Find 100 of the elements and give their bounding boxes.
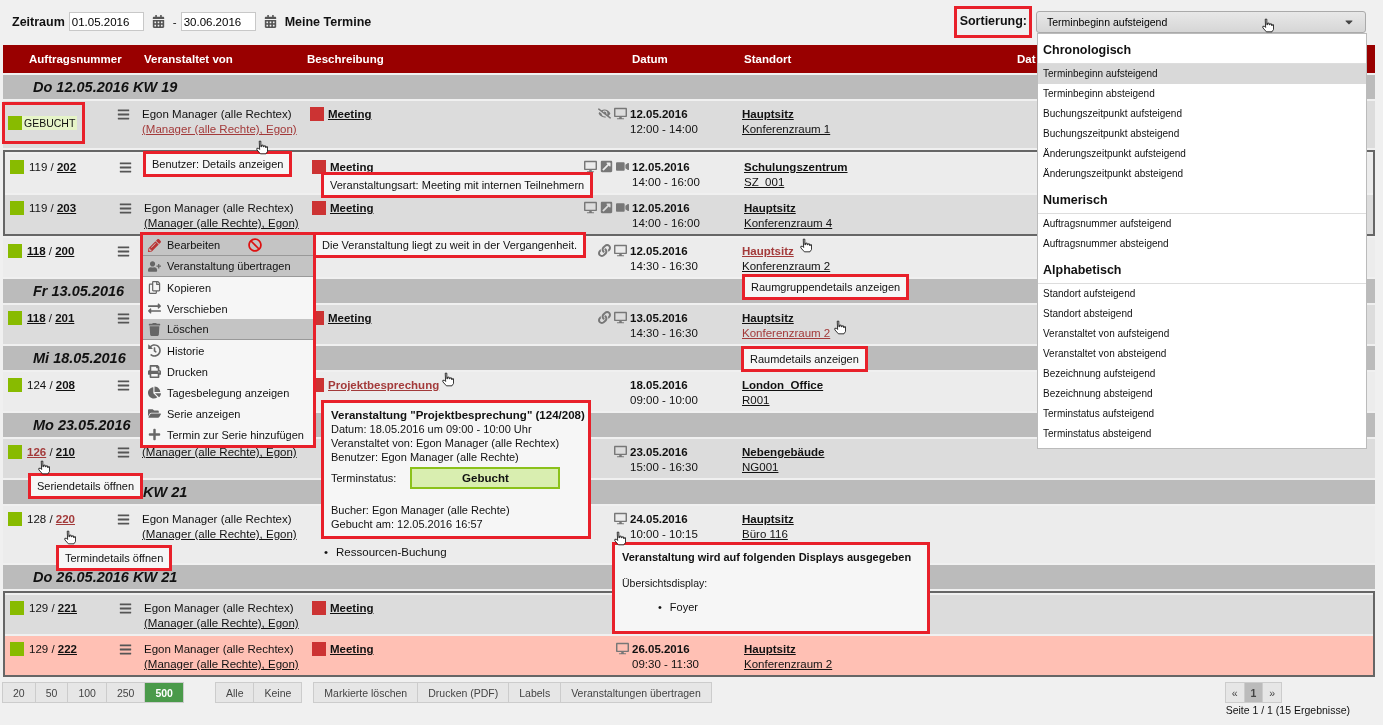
end-date-field[interactable]: 30.06.2016 [180,12,256,31]
calendar-icon[interactable] [151,15,165,28]
site-link[interactable]: Hauptsitz [744,642,796,656]
menu-icon[interactable] [119,202,132,215]
order-link[interactable]: 118 [27,312,46,324]
menu-icon[interactable] [117,245,130,258]
site-link[interactable]: Hauptsitz [744,201,796,215]
next-page-button[interactable]: » [1262,682,1283,703]
organizer-link[interactable]: (Manager (alle Rechte), Egon) [144,657,299,671]
selection-button[interactable]: Alle [214,682,255,703]
site-link[interactable]: Hauptsitz [742,107,794,121]
menu-icon[interactable] [117,312,130,325]
order-link[interactable]: 126 [27,446,47,458]
site-link[interactable]: London_Office [742,378,824,392]
organizer-link[interactable]: (Manager (alle Rechte), Egon) [142,445,297,459]
link-icon[interactable] [598,311,611,324]
event-link[interactable]: Meeting [330,642,374,656]
event-link[interactable]: Meeting [328,311,372,325]
menu-item[interactable]: Bearbeiten [143,235,313,256]
calendar-icon[interactable] [263,15,277,28]
link-icon[interactable] [598,244,611,257]
event-link[interactable]: Meeting [330,601,374,615]
share-icon[interactable] [600,201,613,214]
room-link[interactable]: Konferenzraum 1 [742,122,831,136]
menu-icon[interactable] [119,643,132,656]
previous-page-button[interactable]: « [1224,682,1245,703]
share-icon[interactable] [600,160,613,173]
room-link[interactable]: R001 [742,393,770,407]
menu-icon[interactable] [117,379,130,392]
menu-icon[interactable] [117,108,130,121]
event-link[interactable]: Projektbesprechung [328,378,440,392]
organizer-link[interactable]: (Manager (alle Rechte), Egon) [142,122,297,136]
video-camera-icon[interactable] [616,160,629,173]
action-button[interactable]: Drucken (PDF) [417,682,510,703]
room-link[interactable]: Konferenzraum 2 [742,259,831,273]
action-button[interactable]: Labels [508,682,562,703]
eye-slash-icon[interactable] [598,107,611,120]
page-size-button[interactable]: 250 [105,682,146,703]
column-header[interactable]: Beschreibung [305,53,384,65]
room-link[interactable]: Konferenzraum 2 [744,657,833,671]
column-header[interactable]: Veranstaltet von [142,53,233,65]
menu-item[interactable]: Kopieren [143,277,313,298]
action-button[interactable]: Veranstaltungen übertragen [560,682,712,703]
monitor-icon[interactable] [614,244,627,257]
room-link[interactable]: Konferenzraum 2 [742,326,831,340]
site-link[interactable]: Nebengebäude [742,445,825,459]
slash-separator: / [48,379,54,391]
action-button[interactable]: Markierte löschen [313,682,419,703]
monitor-icon[interactable] [584,160,597,173]
page-size-button[interactable]: 20 [2,682,36,703]
menu-icon[interactable] [119,161,132,174]
room-link[interactable]: Konferenzraum 4 [744,216,833,230]
booking-link[interactable]: 203 [56,202,77,214]
site-link[interactable]: Hauptsitz [742,244,794,258]
room-link[interactable]: Büro 116 [742,527,788,541]
room-link[interactable]: NG001 [742,460,779,474]
sort-option[interactable]: Terminbeginn aufsteigend [1038,64,1366,84]
column-header[interactable]: Dat [1015,53,1036,65]
organizer-link[interactable]: (Manager (alle Rechte), Egon) [144,616,299,630]
monitor-icon[interactable] [614,311,627,324]
menu-item[interactable]: Veranstaltung übertragen [143,256,313,277]
monitor-icon[interactable] [614,445,627,458]
booking-link[interactable]: 222 [57,643,77,655]
monitor-icon[interactable] [614,107,627,120]
sort-dropdown[interactable]: Terminbeginn aufsteigend [1036,10,1366,33]
organizer-link[interactable]: (Manager (alle Rechte), Egon) [142,527,297,541]
monitor-icon[interactable] [584,201,597,214]
menu-item[interactable]: Tagesbelegung anzeigen [143,382,313,403]
video-camera-icon[interactable] [616,201,629,214]
column-header[interactable]: Auftragsnummer [27,53,122,65]
event-date: 12.05.2016 [632,201,690,215]
booking-link[interactable]: 221 [57,602,77,614]
menu-item[interactable]: Löschen [143,319,313,340]
room-link[interactable]: SZ_001 [744,175,785,189]
site-link[interactable]: Hauptsitz [742,311,794,325]
selection-button[interactable]: Keine [253,682,303,703]
start-date-field[interactable]: 01.05.2016 [68,12,144,31]
booking-link[interactable]: 202 [56,161,77,173]
organizer-link[interactable]: (Manager (alle Rechte), Egon) [144,216,299,230]
menu-icon[interactable] [117,446,130,459]
booking-link[interactable]: 220 [55,513,75,525]
event-link[interactable]: Meeting [330,160,374,174]
page-size-button[interactable]: 50 [34,682,69,703]
menu-icon[interactable] [117,513,130,526]
booking-link[interactable]: 201 [55,312,75,324]
booking-link[interactable]: 200 [55,245,75,257]
site-link[interactable]: Hauptsitz [742,512,794,526]
page-size-button[interactable]: 100 [67,682,107,703]
order-link[interactable]: 118 [27,245,46,257]
monitor-icon[interactable] [614,512,627,525]
event-link[interactable]: Meeting [330,201,374,215]
booking-link[interactable]: 210 [55,446,75,458]
monitor-icon[interactable] [616,642,629,655]
booking-link[interactable]: 208 [55,379,75,391]
event-link[interactable]: Meeting [328,107,372,121]
tooltip: Die Veranstaltung liegt zu weit in der Vergangenheit. [313,232,586,258]
site-link[interactable]: Schulungszentrum [744,160,848,174]
menu-icon[interactable] [119,602,132,615]
column-header[interactable]: Standort [742,53,792,65]
column-header[interactable]: Datum [630,53,668,65]
